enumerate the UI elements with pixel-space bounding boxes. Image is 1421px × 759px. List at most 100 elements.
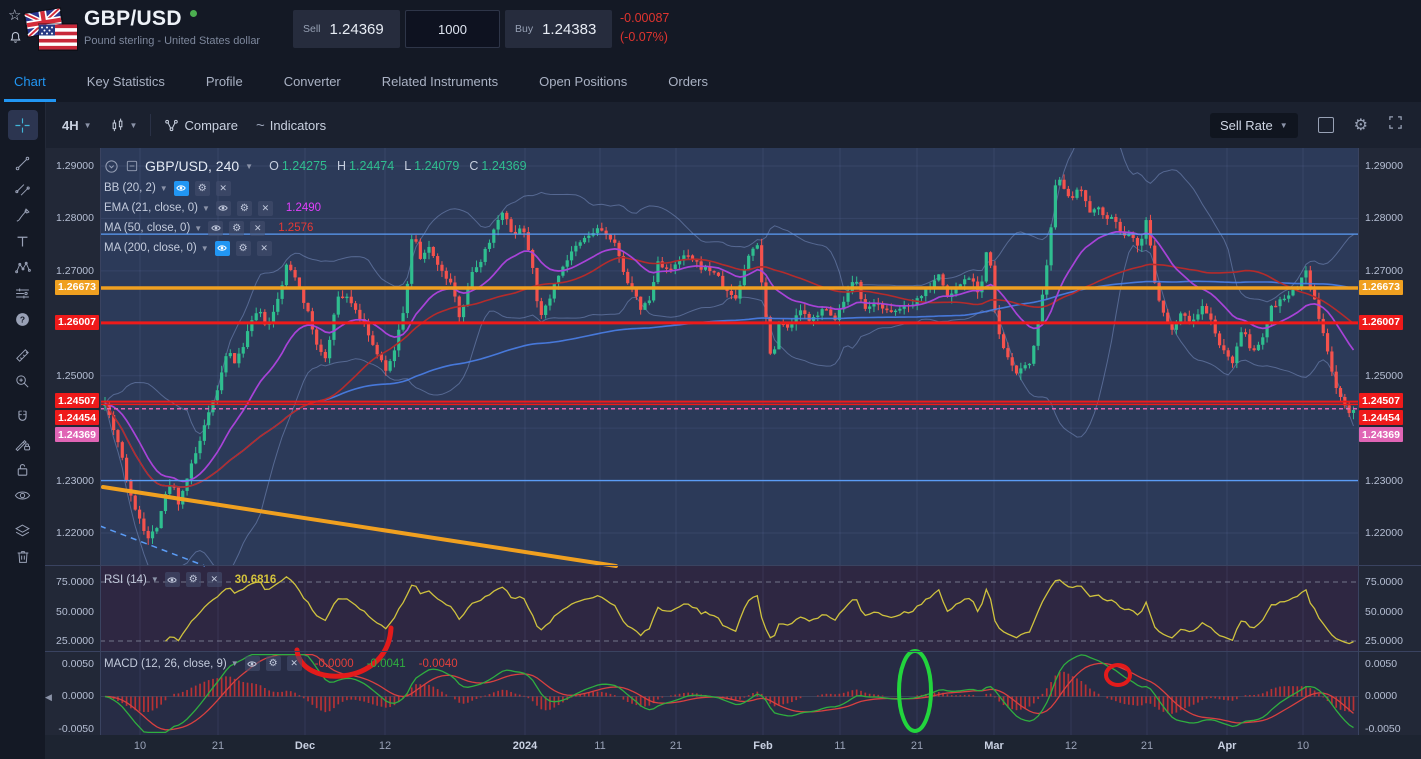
time-tick-label: Dec	[295, 740, 315, 752]
compare-button[interactable]: Compare	[155, 112, 246, 139]
tool-crosshair[interactable]	[8, 110, 38, 140]
tab-open-positions[interactable]: Open Positions	[525, 60, 641, 102]
tool-trend-line-icon[interactable]	[8, 150, 38, 176]
indicator-remove-button[interactable]: ✕	[216, 181, 231, 196]
indicator-settings-button[interactable]: ⚙	[236, 241, 251, 256]
indicator-row-ma: MA (50, close, 0)▼⚙✕1.2576	[104, 218, 527, 238]
tool-xabcd-pattern-icon[interactable]	[8, 254, 38, 280]
tool-long-position-icon[interactable]	[8, 280, 38, 306]
tool-lock-icon[interactable]	[8, 456, 38, 482]
symbol-legend-row: GBP/USD, 240▼O1.24275H1.24474L1.24079C1.…	[104, 154, 527, 178]
price-badge: 1.26007	[1359, 315, 1403, 330]
tool-brush-icon[interactable]	[8, 202, 38, 228]
time-tick-label: 21	[212, 740, 224, 752]
change-absolute: -0.00087	[620, 9, 669, 28]
tab-chart[interactable]: Chart	[0, 60, 60, 102]
indicator-settings-button[interactable]: ⚙	[266, 656, 281, 671]
time-tick-label: Mar	[984, 740, 1004, 752]
legend-symbol[interactable]: GBP/USD, 240	[145, 158, 239, 174]
buy-label: Buy	[515, 23, 533, 35]
tool-text-icon[interactable]	[8, 228, 38, 254]
header: ☆ GBP/USD P	[0, 0, 1421, 60]
price-badge: 1.24454	[1359, 410, 1403, 425]
macd-label: MACD (12, 26, close, 9)	[104, 658, 227, 670]
interval-label: 4H	[62, 118, 79, 133]
tab-profile[interactable]: Profile	[192, 60, 257, 102]
indicator-visibility-button[interactable]	[165, 572, 180, 587]
indicator-remove-button[interactable]: ✕	[250, 221, 265, 236]
indicator-settings-button[interactable]: ⚙	[237, 201, 252, 216]
collapse-panel-arrow[interactable]: ◀	[45, 692, 52, 703]
indicator-settings-button[interactable]: ⚙	[195, 181, 210, 196]
indicator-visibility-button[interactable]	[208, 221, 223, 236]
chart-style-selector[interactable]: ▼	[101, 111, 147, 140]
chevron-circle-icon[interactable]	[104, 159, 119, 174]
fullscreen-icon[interactable]	[1388, 115, 1403, 135]
time-tick-label: 12	[1065, 740, 1077, 752]
time-axis[interactable]: 1021Dec1220241121Feb1121Mar1221Apr10	[45, 735, 1421, 759]
price-badge: 1.24507	[1359, 393, 1403, 408]
axis-tick-label: 1.23000	[1365, 475, 1403, 487]
svg-text:?: ?	[20, 314, 25, 324]
indicator-visibility-button[interactable]	[216, 201, 231, 216]
tab-related-instruments[interactable]: Related Instruments	[368, 60, 512, 102]
time-tick-label: 10	[1297, 740, 1309, 752]
axis-tick-label: 1.29000	[56, 160, 94, 172]
tool-magnet-icon[interactable]	[8, 404, 38, 430]
axis-tick-label: 50.0000	[1365, 606, 1403, 618]
interval-selector[interactable]: 4H▼	[53, 112, 101, 139]
chart-toolbar: 4H▼ ▼ Compare ~ Indicators Sell Rate▼ ⚙	[45, 102, 1421, 149]
compare-icon	[164, 118, 179, 133]
price-axis-right[interactable]: 1.290001.280001.270001.250001.230001.220…	[1358, 148, 1421, 735]
tab-key-statistics[interactable]: Key Statistics	[73, 60, 179, 102]
rsi-value: 30.6816	[235, 574, 277, 586]
axis-tick-label: -0.0050	[1365, 723, 1401, 735]
instrument-subtitle: Pound sterling - United States dollar	[84, 35, 260, 47]
axis-tick-label: 75.0000	[56, 576, 94, 588]
indicator-visibility-button[interactable]	[174, 181, 189, 196]
indicator-visibility-button[interactable]	[245, 656, 260, 671]
indicator-remove-button[interactable]: ✕	[258, 201, 273, 216]
alert-bell-icon[interactable]	[8, 30, 28, 49]
price-axis-left[interactable]: 1.290001.280001.270001.250001.230001.220…	[45, 148, 100, 735]
ohlc-h-value: 1.24474	[349, 159, 394, 173]
tool-draw-lock-icon[interactable]	[8, 430, 38, 456]
buy-button[interactable]: Buy 1.24383	[505, 10, 612, 48]
rate-type-selector[interactable]: Sell Rate▼	[1210, 113, 1298, 138]
tool-trash-icon[interactable]	[8, 544, 38, 570]
tool-parallel-channel-icon[interactable]	[8, 176, 38, 202]
indicator-visibility-button[interactable]	[215, 241, 230, 256]
collapse-square-icon[interactable]	[125, 159, 139, 173]
sell-button[interactable]: Sell 1.24369	[293, 10, 400, 48]
axis-tick-label: 1.25000	[56, 370, 94, 382]
tool-ruler-icon[interactable]	[8, 342, 38, 368]
macd-legend: MACD (12, 26, close, 9)▼⚙✕-0.0000-0.0041…	[104, 656, 458, 671]
indicator-settings-button[interactable]: ⚙	[186, 572, 201, 587]
indicator-settings-button[interactable]: ⚙	[229, 221, 244, 236]
rsi-legend: RSI (14)▼⚙✕30.6816	[104, 572, 276, 587]
axis-tick-label: 1.27000	[56, 265, 94, 277]
indicator-remove-button[interactable]: ✕	[257, 241, 272, 256]
tab-converter[interactable]: Converter	[270, 60, 355, 102]
tab-orders[interactable]: Orders	[654, 60, 722, 102]
axis-tick-label: 1.23000	[56, 475, 94, 487]
tool-help-icon[interactable]: ?	[8, 306, 38, 332]
trading-app: ☆ GBP/USD P	[0, 0, 1421, 759]
indicator-remove-button[interactable]: ✕	[287, 656, 302, 671]
tool-zoom-in-icon[interactable]	[8, 368, 38, 394]
axis-tick-label: 50.0000	[56, 606, 94, 618]
indicator-remove-button[interactable]: ✕	[207, 572, 222, 587]
drawing-toolbar: ?	[0, 102, 46, 759]
axis-tick-label: 1.22000	[1365, 527, 1403, 539]
indicators-button[interactable]: ~ Indicators	[247, 111, 335, 140]
snapshot-icon[interactable]	[1318, 117, 1334, 133]
gear-icon[interactable]: ⚙	[1354, 115, 1368, 135]
tool-eye-icon[interactable]	[8, 482, 38, 508]
indicator-row-bb: BB (20, 2)▼⚙✕	[104, 178, 527, 198]
squiggle-icon: ~	[256, 117, 265, 134]
tool-layers-icon[interactable]	[8, 518, 38, 544]
indicator-value: 1.2490	[286, 202, 321, 214]
indicators-label: Indicators	[270, 118, 326, 133]
axis-tick-label: 0.0000	[62, 690, 94, 702]
quantity-input[interactable]: 1000	[405, 10, 500, 48]
